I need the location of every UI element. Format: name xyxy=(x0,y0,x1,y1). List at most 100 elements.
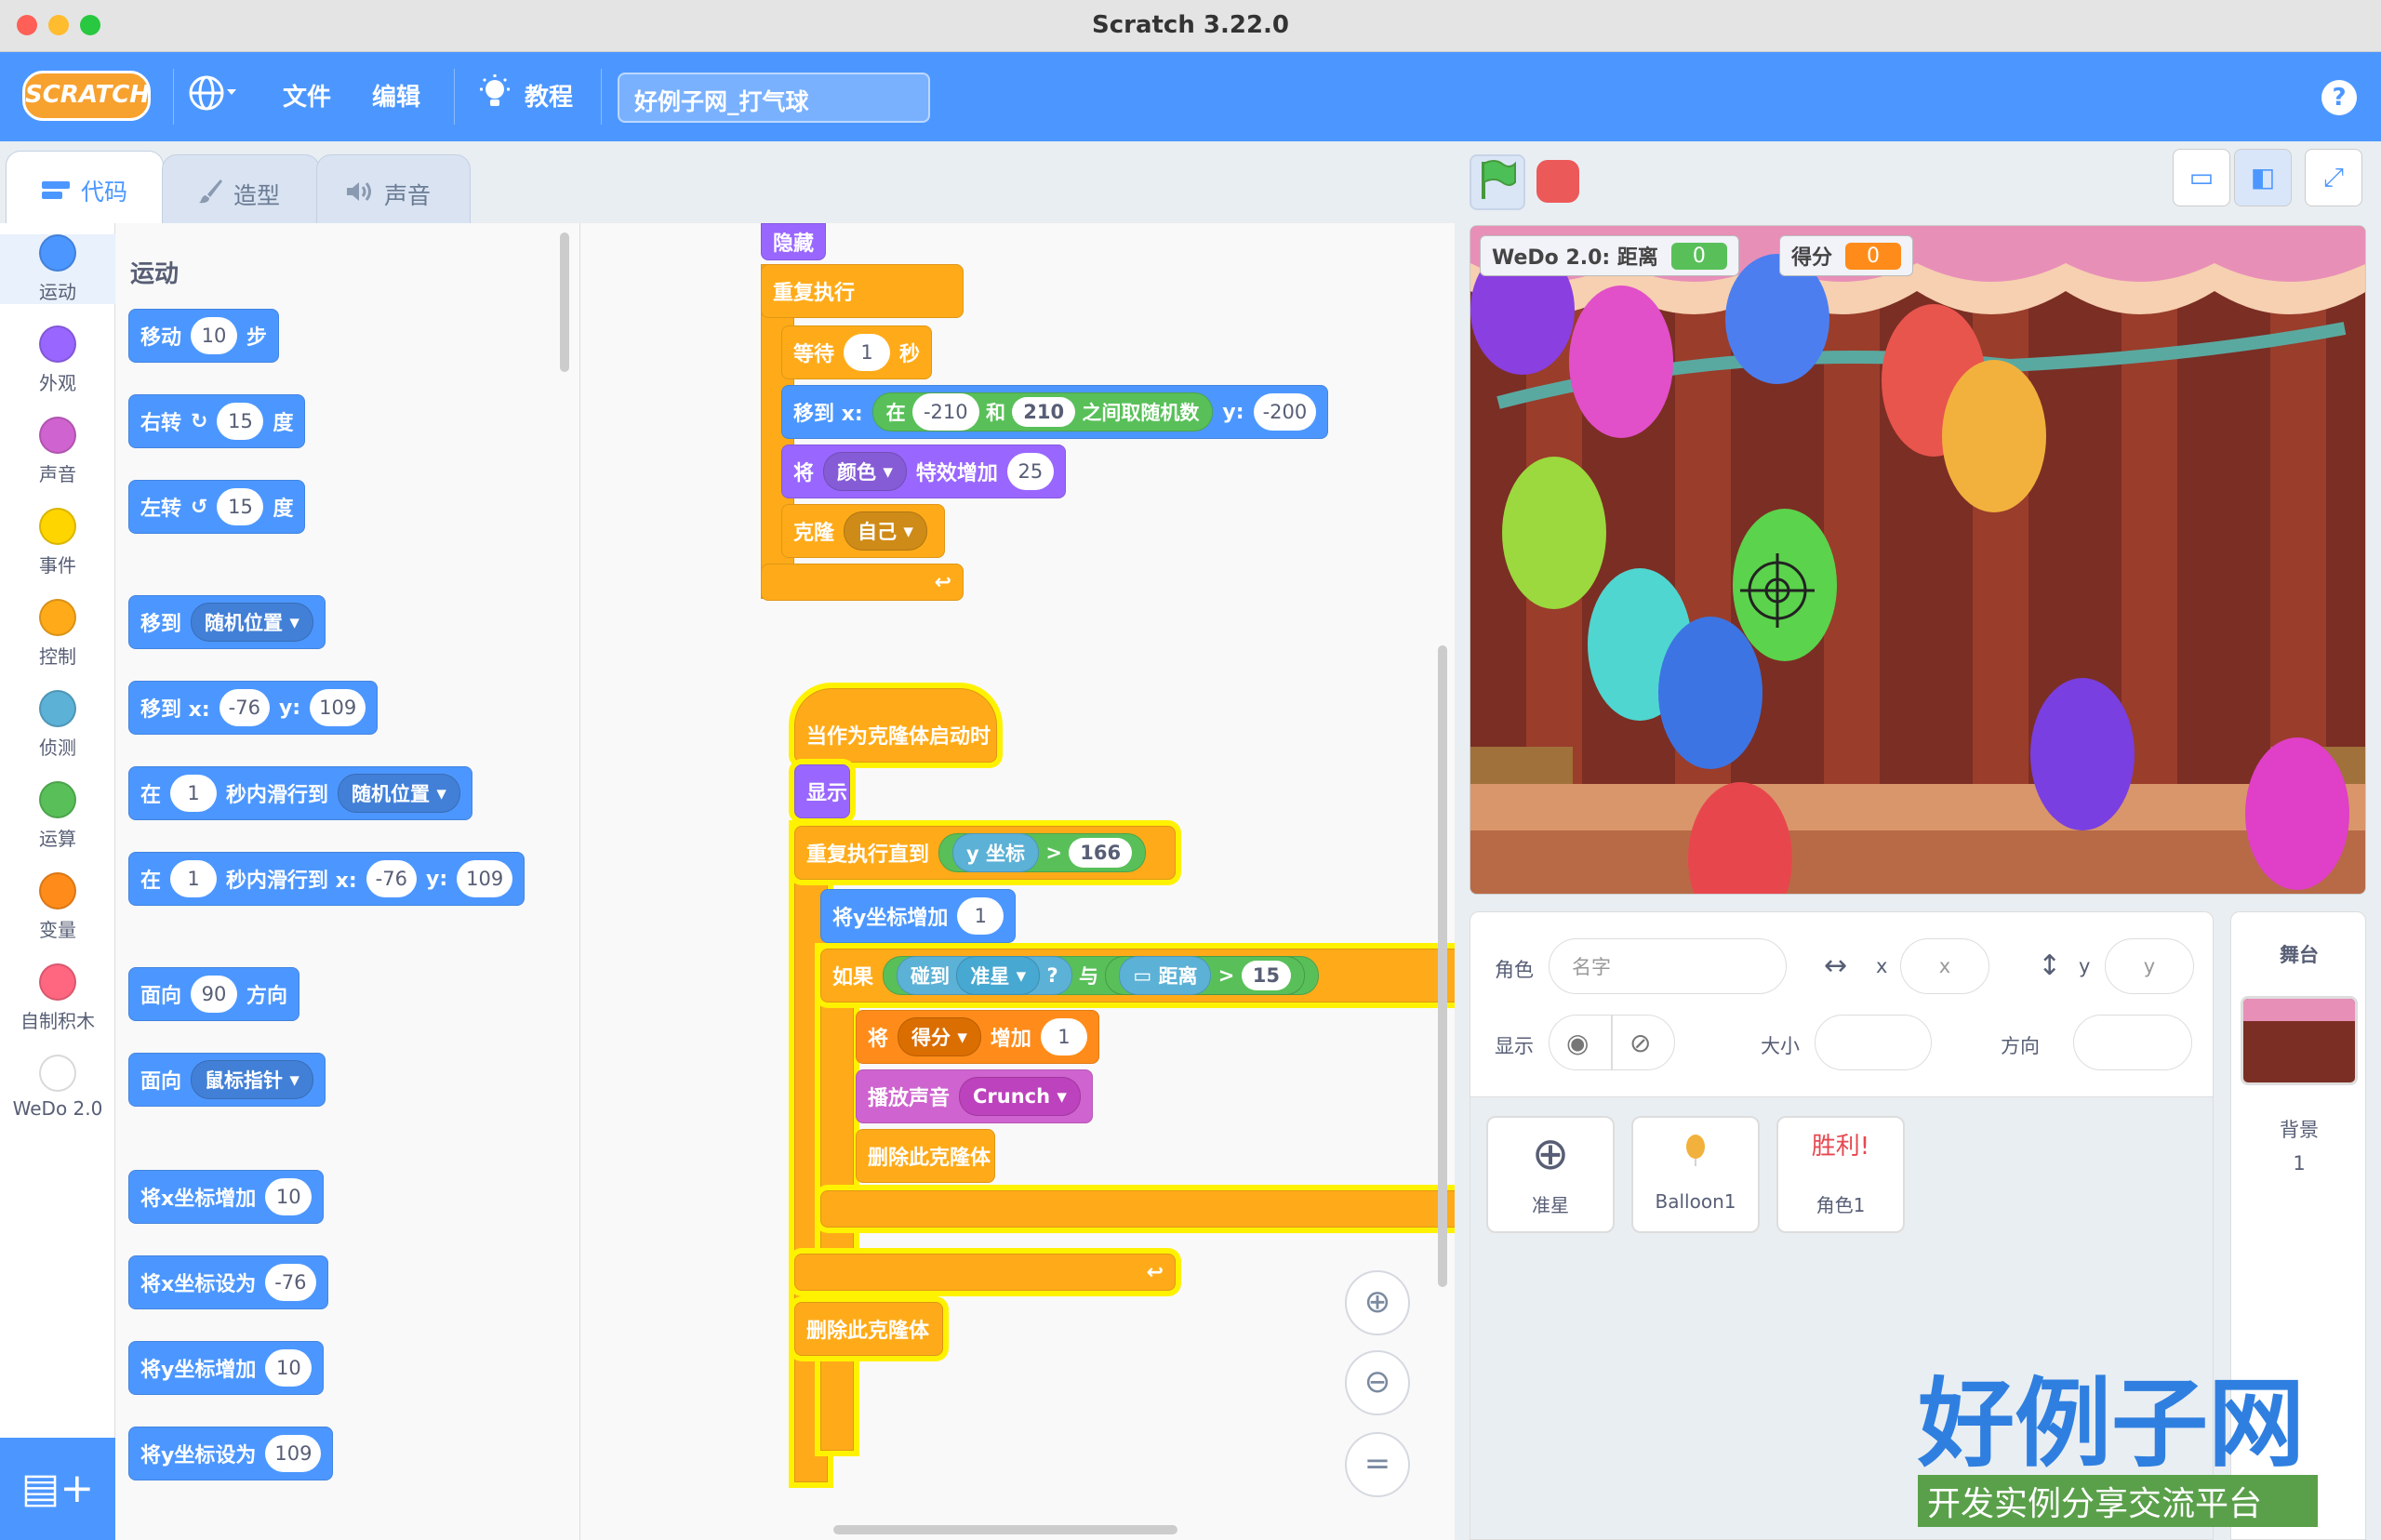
block-play-sound[interactable]: 播放声音 Crunch ▾ xyxy=(856,1069,1093,1123)
tab-sounds[interactable]: 声音 xyxy=(316,154,471,229)
direction-input[interactable] xyxy=(2073,1015,2192,1070)
block-goto-xy[interactable]: 移到 x: -76 y: 109 xyxy=(128,681,379,735)
sprite-thumb[interactable]: 胜利! 角色1 xyxy=(1776,1116,1905,1233)
green-flag-icon[interactable] xyxy=(1470,154,1525,210)
steps-input[interactable]: 10 xyxy=(191,317,238,354)
block-glide-xy[interactable]: 在 1 秒内滑行到 x: -76 y: 109 xyxy=(128,852,525,906)
backdrop-thumbnail[interactable] xyxy=(2241,996,2358,1085)
tab-costumes[interactable]: 造型 xyxy=(162,154,320,229)
block-move-steps[interactable]: 移动 10 步 xyxy=(128,309,280,363)
seconds-input[interactable]: 1 xyxy=(170,775,218,812)
zoom-out-icon[interactable]: ⊖ xyxy=(1345,1350,1410,1415)
block-hide[interactable]: 隐藏 xyxy=(761,223,827,260)
value-input[interactable]: -76 xyxy=(265,1264,316,1301)
workspace-vertical-scrollbar[interactable] xyxy=(1438,645,1447,1287)
category-7[interactable]: 变量 xyxy=(0,872,115,942)
block-if[interactable]: 如果 碰到 准星 ▾ ? 与 ▭ 距离 > 15 xyxy=(820,949,1455,1002)
sprite-name-input[interactable]: 名字 xyxy=(1549,938,1787,994)
glide-target-dropdown[interactable]: 随机位置 ▾ xyxy=(338,774,460,813)
stage-canvas[interactable]: WeDo 2.0: 距离 0 得分 0 xyxy=(1470,225,2366,895)
value-input[interactable]: 10 xyxy=(265,1178,313,1215)
seconds-input[interactable]: 1 xyxy=(844,334,891,371)
stop-sign-icon[interactable] xyxy=(1536,160,1579,203)
value-input[interactable]: 10 xyxy=(265,1349,313,1387)
x-input[interactable]: -76 xyxy=(219,689,270,726)
block-change-variable[interactable]: 将得分 ▾ 增加 1 xyxy=(856,1010,1099,1064)
code-workspace[interactable]: 隐藏 重复执行 等待 1 秒 移到 x: 在 -210 和 210 之间取随机数 y: -… xyxy=(580,223,1455,1540)
block-change-effect[interactable]: 将颜色 ▾ 特效增加 25 xyxy=(781,445,1066,498)
help-icon[interactable]: ? xyxy=(2321,80,2357,115)
zoom-in-icon[interactable]: ⊕ xyxy=(1345,1270,1410,1335)
block-set-x[interactable]: 将x坐标设为 -76 xyxy=(128,1255,328,1309)
distance-input[interactable]: 15 xyxy=(1241,961,1291,990)
block-delete-clone[interactable]: 删除此克隆体 xyxy=(856,1129,995,1183)
block-change-y[interactable]: 将y坐标增加 10 xyxy=(128,1341,325,1395)
variable-dropdown[interactable]: 得分 ▾ xyxy=(898,1017,981,1056)
category-8[interactable]: 自制积木 xyxy=(0,963,115,1033)
block-show[interactable]: 显示 xyxy=(794,764,850,818)
category-1[interactable]: 外观 xyxy=(0,325,115,395)
edit-menu[interactable]: 编辑 xyxy=(372,78,420,113)
block-point-towards[interactable]: 面向 鼠标指针 ▾ xyxy=(128,1053,326,1107)
sound-dropdown[interactable]: Crunch ▾ xyxy=(959,1077,1081,1116)
x-input[interactable]: -76 xyxy=(366,860,417,897)
block-change-y[interactable]: 将y坐标增加 1 xyxy=(820,889,1017,943)
block-goto-xy-random[interactable]: 移到 x: 在 -210 和 210 之间取随机数 y: -200 xyxy=(781,385,1329,439)
effect-amount-input[interactable]: 25 xyxy=(1006,453,1054,490)
workspace-horizontal-scrollbar[interactable] xyxy=(833,1525,1177,1534)
block-set-y[interactable]: 将y坐标设为 109 xyxy=(128,1427,334,1480)
category-9[interactable]: WeDo 2.0 xyxy=(0,1055,115,1120)
category-3[interactable]: 事件 xyxy=(0,508,115,578)
goto-target-dropdown[interactable]: 随机位置 ▾ xyxy=(191,603,313,642)
greater-than-operator[interactable]: y 坐标 > 166 xyxy=(938,833,1147,872)
category-2[interactable]: 声音 xyxy=(0,417,115,486)
point-towards-dropdown[interactable]: 鼠标指针 ▾ xyxy=(191,1060,313,1099)
file-menu[interactable]: 文件 xyxy=(283,78,331,113)
small-stage-icon[interactable]: ▭ xyxy=(2173,149,2230,206)
touching-sensor[interactable]: 碰到 准星 ▾ ? xyxy=(897,956,1072,995)
block-wait[interactable]: 等待 1 秒 xyxy=(781,325,933,379)
category-4[interactable]: 控制 xyxy=(0,599,115,669)
sprite-thumb[interactable]: ⊕ 准星 xyxy=(1486,1116,1615,1233)
category-5[interactable]: 侦测 xyxy=(0,690,115,760)
palette-scrollbar[interactable] xyxy=(560,232,569,372)
block-repeat-until[interactable]: 重复执行直到 y 坐标 > 166 xyxy=(794,826,1176,880)
degrees-input[interactable]: 15 xyxy=(217,488,264,525)
size-input[interactable] xyxy=(1815,1015,1932,1070)
value-input[interactable]: 1 xyxy=(1040,1018,1087,1055)
x-position-input[interactable]: x xyxy=(1900,938,1989,994)
block-turn-left[interactable]: 左转 ↺ 15 度 xyxy=(128,480,306,534)
scratch-logo[interactable]: SCRATCH xyxy=(22,71,151,121)
lightbulb-icon[interactable] xyxy=(478,74,512,118)
random-to-input[interactable]: 210 xyxy=(1012,397,1076,427)
degrees-input[interactable]: 15 xyxy=(217,403,264,440)
greater-than-operator[interactable]: ▭ 距离 > 15 xyxy=(1105,956,1305,995)
y-input[interactable]: 109 xyxy=(310,689,366,726)
block-turn-right[interactable]: 右转 ↻ 15 度 xyxy=(128,394,306,448)
block-when-clone-starts[interactable]: 当作为克隆体启动时 xyxy=(794,688,997,763)
zoom-reset-icon[interactable]: = xyxy=(1345,1432,1410,1497)
language-globe-icon[interactable] xyxy=(188,74,238,118)
monitor-wedo-distance[interactable]: WeDo 2.0: 距离 0 xyxy=(1480,235,1739,276)
block-goto[interactable]: 移到 随机位置 ▾ xyxy=(128,595,326,649)
monitor-score[interactable]: 得分 0 xyxy=(1779,235,1914,276)
tutorials-menu[interactable]: 教程 xyxy=(525,78,573,113)
touching-dropdown[interactable]: 准星 ▾ xyxy=(956,956,1041,995)
threshold-input[interactable]: 166 xyxy=(1069,838,1133,868)
add-extension-button[interactable]: ▤+ xyxy=(0,1438,115,1540)
seconds-input[interactable]: 1 xyxy=(170,860,218,897)
block-change-x[interactable]: 将x坐标增加 10 xyxy=(128,1170,325,1224)
block-point-direction[interactable]: 面向 90 方向 xyxy=(128,967,300,1021)
show-eye-icon[interactable]: ◉ xyxy=(1549,1015,1612,1070)
value-input[interactable]: 109 xyxy=(265,1435,322,1472)
category-6[interactable]: 运算 xyxy=(0,781,115,851)
clone-target-dropdown[interactable]: 自己 ▾ xyxy=(844,511,927,551)
block-create-clone[interactable]: 克隆 自己 ▾ xyxy=(781,504,945,558)
fullscreen-icon[interactable]: ⤢ xyxy=(2305,149,2362,206)
y-position-reporter[interactable]: y 坐标 xyxy=(952,833,1040,872)
value-input[interactable]: 1 xyxy=(957,897,1004,935)
block-glide-to[interactable]: 在 1 秒内滑行到 随机位置 ▾ xyxy=(128,766,472,820)
and-operator[interactable]: 碰到 准星 ▾ ? 与 ▭ 距离 > 15 xyxy=(883,956,1319,995)
random-from-input[interactable]: -210 xyxy=(911,393,979,431)
block-delete-clone[interactable]: 删除此克隆体 xyxy=(794,1302,943,1356)
